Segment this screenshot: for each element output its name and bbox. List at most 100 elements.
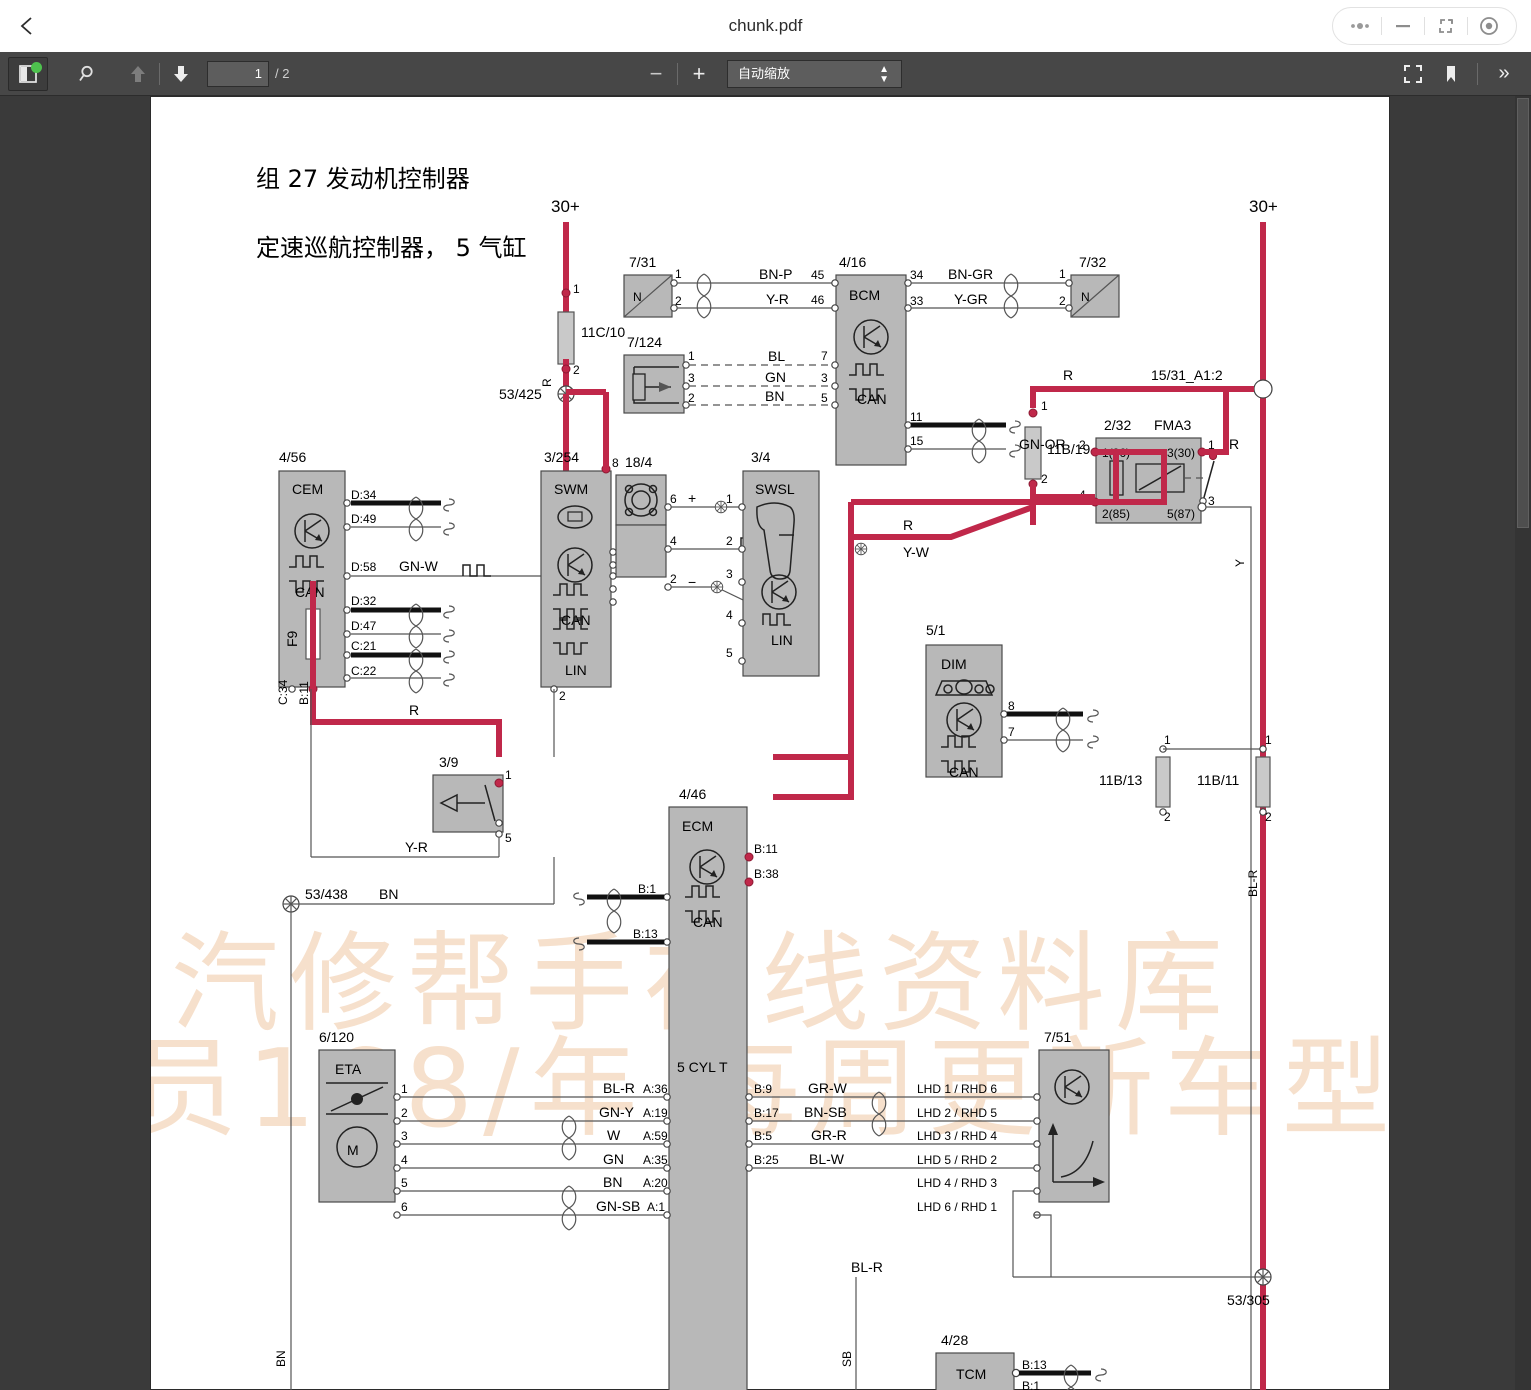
svg-text:5: 5 — [726, 646, 733, 660]
svg-text:B:13: B:13 — [633, 927, 658, 941]
minimize-icon — [1396, 25, 1410, 28]
svg-text:3: 3 — [688, 371, 695, 385]
svg-text:6: 6 — [401, 1200, 408, 1214]
svg-text:N: N — [633, 290, 642, 304]
svg-text:2: 2 — [573, 363, 580, 377]
pdf-page: 汽修帮手在线资料库 会员168/年 每周更新车型 组 27 发动机控制器 定速巡… — [150, 96, 1390, 1390]
svg-text:3: 3 — [821, 371, 828, 385]
window-titlebar: chunk.pdf — [0, 0, 1531, 52]
svg-text:CAN: CAN — [295, 584, 325, 600]
svg-text:1: 1 — [1164, 733, 1171, 747]
svg-text:1: 1 — [688, 349, 695, 363]
search-button[interactable] — [72, 58, 104, 90]
svg-text:46: 46 — [811, 293, 825, 307]
svg-text:2: 2 — [675, 294, 682, 308]
svg-text:2(85): 2(85) — [1102, 507, 1130, 521]
svg-text:A:19: A:19 — [643, 1106, 668, 1120]
svg-text:GN: GN — [603, 1151, 624, 1167]
svg-text:D:32: D:32 — [351, 594, 377, 608]
wire-label-gn: GN — [765, 369, 786, 385]
pdf-viewer[interactable]: 汽修帮手在线资料库 会员168/年 每周更新车型 组 27 发动机控制器 定速巡… — [0, 96, 1531, 1390]
component-name-swm: SWM — [554, 481, 588, 497]
ecm-variant-label: 5 CYL T — [677, 1059, 728, 1075]
svg-text:7: 7 — [1008, 725, 1015, 739]
svg-text:A:35: A:35 — [643, 1153, 668, 1167]
pin-lhd3: LHD 3 / RHD 4 — [917, 1129, 997, 1143]
svg-text:R: R — [1063, 367, 1073, 383]
sidebar-toggle-button[interactable] — [8, 56, 48, 91]
bookmark-button[interactable] — [1434, 58, 1468, 90]
maximize-button[interactable] — [1425, 8, 1467, 44]
node-15-31 — [1253, 379, 1273, 399]
svg-text:1: 1 — [505, 768, 512, 782]
pin-c34: C:34 — [276, 679, 290, 705]
search-icon — [79, 65, 93, 81]
svg-text:LIN: LIN — [565, 662, 587, 678]
back-button[interactable] — [0, 0, 56, 52]
svg-text:2: 2 — [726, 534, 733, 548]
previous-page-button[interactable] — [122, 58, 154, 90]
svg-text:2: 2 — [1164, 810, 1171, 824]
pdf-toolbar: 1 / 2 − + 自动缩放 ▲ ▼ » — [0, 52, 1531, 96]
scrollbar-thumb[interactable] — [1517, 98, 1529, 528]
svg-text:3: 3 — [1208, 494, 1215, 508]
pin-lhd1: LHD 1 / RHD 6 — [917, 1082, 997, 1096]
svg-text:A:1: A:1 — [647, 1200, 665, 1214]
component-ref-4-16: 4/16 — [839, 254, 866, 270]
svg-text:BN: BN — [603, 1174, 622, 1190]
component-4-16-bcm — [835, 274, 907, 466]
viewer-scrollbar[interactable] — [1515, 96, 1531, 1390]
wire-label-y-gr: Y-GR — [954, 291, 988, 307]
svg-text:1: 1 — [1059, 267, 1066, 281]
svg-text:C:22: C:22 — [351, 664, 377, 678]
svg-text:1: 1 — [401, 1082, 408, 1096]
component-ref-7-31: 7/31 — [629, 254, 656, 270]
minimize-button[interactable] — [1382, 8, 1424, 44]
component-name-eta: ETA — [335, 1061, 362, 1077]
svg-text:B:25: B:25 — [754, 1153, 779, 1167]
component-18-4-bot — [615, 524, 667, 578]
zoom-out-button[interactable]: − — [640, 58, 672, 90]
svg-text:R: R — [1229, 436, 1239, 452]
wire-label-gn-w: GN-W — [399, 558, 439, 574]
wire-label-bl-r-2: BL-R — [851, 1259, 883, 1275]
wire-label-y-r: Y-R — [766, 291, 789, 307]
svg-text:R: R — [409, 702, 419, 718]
svg-text:2: 2 — [401, 1106, 408, 1120]
page-number-input[interactable]: 1 — [207, 60, 269, 87]
power-label-left: 30+ — [551, 197, 580, 216]
maximize-icon — [1439, 19, 1453, 33]
close-icon — [1480, 17, 1498, 35]
wire-label-y-r-2: Y-R — [405, 839, 428, 855]
more-tools-button[interactable]: » — [1487, 58, 1521, 90]
component-ref-2-32: 2/32 — [1104, 417, 1131, 433]
splice-53-438 — [282, 895, 300, 913]
splice-label-53-438: 53/438 — [305, 886, 348, 902]
next-page-button[interactable] — [165, 58, 197, 90]
svg-text:B:17: B:17 — [754, 1106, 779, 1120]
component-name-bcm: BCM — [849, 287, 880, 303]
svg-text:5: 5 — [821, 391, 828, 405]
presentation-mode-button[interactable] — [1396, 58, 1430, 90]
pin-b11-ecm: B:11 — [754, 842, 778, 856]
window-title: chunk.pdf — [728, 16, 803, 35]
svg-text:6: 6 — [670, 492, 677, 506]
svg-text:R: R — [540, 378, 554, 387]
fullscreen-icon — [1404, 64, 1422, 83]
component-ref-4-28: 4/28 — [941, 1332, 968, 1348]
svg-text:3(30): 3(30) — [1167, 446, 1195, 460]
svg-text:GR-W: GR-W — [808, 1080, 848, 1096]
component-11B-11 — [1255, 756, 1271, 808]
zoom-in-button[interactable]: + — [683, 58, 715, 90]
svg-text:3: 3 — [401, 1129, 408, 1143]
more-options-button[interactable] — [1339, 8, 1381, 44]
close-button[interactable] — [1468, 8, 1510, 44]
svg-text:A:59: A:59 — [643, 1129, 668, 1143]
svg-text:GN-SB: GN-SB — [596, 1198, 640, 1214]
svg-text:LIN: LIN — [771, 632, 793, 648]
pin-lhd6: LHD 6 / RHD 1 — [917, 1200, 997, 1214]
pin-lhd2: LHD 2 / RHD 5 — [917, 1106, 997, 1120]
zoom-level-select[interactable]: 自动缩放 ▲ ▼ — [727, 59, 902, 88]
svg-text:R: R — [903, 517, 913, 533]
zoom-controls: − + 自动缩放 ▲ ▼ — [640, 58, 902, 90]
